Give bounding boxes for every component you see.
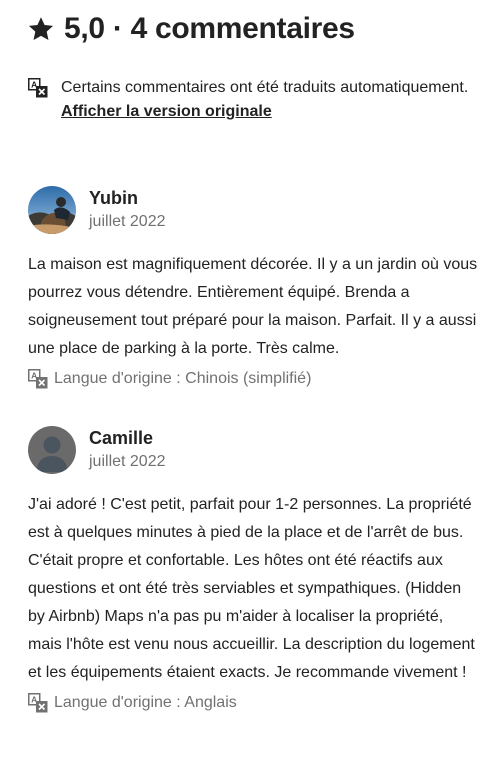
review-text: La maison est magnifiquement décorée. Il… [28, 256, 478, 357]
author-meta: Yubin juillet 2022 [89, 187, 166, 233]
translate-icon: A [28, 369, 48, 389]
original-language-label: Langue d'origine : Chinois (simplifié) [54, 370, 312, 387]
reviews-header: 5,0 · 4 commentaires [28, 12, 355, 46]
review-item: Yubin juillet 2022 La maison est magnifi… [28, 186, 478, 389]
translation-notice: A Certains commentaires ont été traduits… [28, 76, 478, 124]
translate-icon: A [28, 693, 48, 713]
original-language: A Langue d'origine : Chinois (simplifié) [28, 369, 478, 389]
translate-icon: A [28, 78, 48, 98]
avatar[interactable] [28, 426, 76, 474]
author-name: Camille [89, 428, 154, 448]
notice-message: Certains commentaires ont été traduits a… [61, 79, 469, 96]
notice-text: Certains commentaires ont été traduits a… [61, 76, 478, 124]
rating-title: 5,0 · 4 commentaires [64, 12, 355, 45]
avatar[interactable] [28, 186, 76, 234]
review-author: Yubin juillet 2022 [28, 186, 478, 234]
review-date: juillet 2022 [89, 213, 166, 230]
review-item: Camille juillet 2022 J'ai adoré ! C'est … [28, 426, 478, 713]
star-icon [28, 17, 54, 41]
original-language: A Langue d'origine : Anglais [28, 693, 478, 713]
original-language-label: Langue d'origine : Anglais [54, 694, 237, 711]
review-author: Camille juillet 2022 [28, 426, 478, 474]
review-text: J'ai adoré ! C'est petit, parfait pour 1… [28, 496, 475, 681]
show-original-link[interactable]: Afficher la version originale [61, 103, 272, 120]
author-name: Yubin [89, 188, 138, 208]
author-meta: Camille juillet 2022 [89, 427, 166, 473]
review-date: juillet 2022 [89, 453, 166, 470]
